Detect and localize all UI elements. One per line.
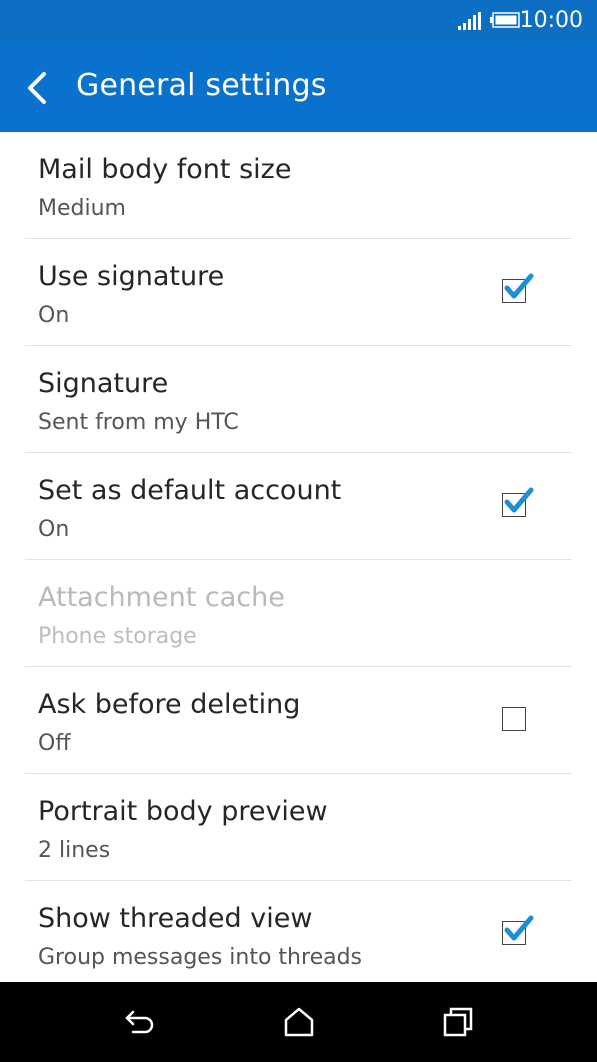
setting-title: Show threaded view — [38, 903, 313, 934]
setting-show-threaded-view[interactable]: Show threaded view Group messages into t… — [0, 881, 597, 988]
signal-icon — [458, 12, 481, 30]
setting-signature[interactable]: Signature Sent from my HTC — [0, 346, 597, 453]
setting-value: On — [38, 517, 70, 542]
setting-value: On — [38, 303, 70, 328]
setting-title: Attachment cache — [38, 582, 285, 613]
recents-icon[interactable] — [441, 1006, 475, 1038]
nav-back-icon[interactable] — [123, 1006, 157, 1038]
setting-use-signature[interactable]: Use signature On — [0, 239, 597, 346]
setting-value: Sent from my HTC — [38, 410, 239, 435]
status-time: 10:00 — [519, 8, 583, 33]
setting-default-account[interactable]: Set as default account On — [0, 453, 597, 560]
setting-value: 2 lines — [38, 838, 111, 863]
default-account-checkbox[interactable] — [502, 487, 534, 517]
check-icon — [504, 915, 534, 941]
battery-icon — [490, 12, 520, 28]
threaded-view-checkbox[interactable] — [502, 915, 534, 945]
setting-title: Signature — [38, 368, 169, 399]
ask-before-deleting-checkbox[interactable] — [502, 707, 526, 731]
setting-title: Ask before deleting — [38, 689, 301, 720]
back-arrow-icon[interactable] — [24, 70, 50, 106]
check-icon — [504, 273, 534, 299]
settings-list: Mail body font size Medium Use signature… — [0, 132, 597, 988]
home-icon[interactable] — [282, 1006, 316, 1038]
setting-title: Portrait body preview — [38, 796, 328, 827]
setting-value: Group messages into threads — [38, 945, 363, 970]
page-title: General settings — [76, 68, 327, 103]
navigation-bar — [0, 982, 597, 1062]
use-signature-checkbox[interactable] — [502, 273, 534, 303]
setting-mail-body-font-size[interactable]: Mail body font size Medium — [0, 132, 597, 239]
check-icon — [504, 487, 534, 513]
setting-title: Use signature — [38, 261, 225, 292]
app-bar: General settings — [0, 42, 597, 132]
setting-value: Off — [38, 731, 71, 756]
setting-ask-before-deleting[interactable]: Ask before deleting Off — [0, 667, 597, 774]
setting-title: Mail body font size — [38, 154, 292, 185]
setting-value: Phone storage — [38, 624, 197, 649]
setting-value: Medium — [38, 196, 126, 221]
setting-portrait-body-preview[interactable]: Portrait body preview 2 lines — [0, 774, 597, 881]
status-bar: 10:00 — [0, 0, 597, 42]
setting-title: Set as default account — [38, 475, 342, 506]
setting-attachment-cache: Attachment cache Phone storage — [0, 560, 597, 667]
